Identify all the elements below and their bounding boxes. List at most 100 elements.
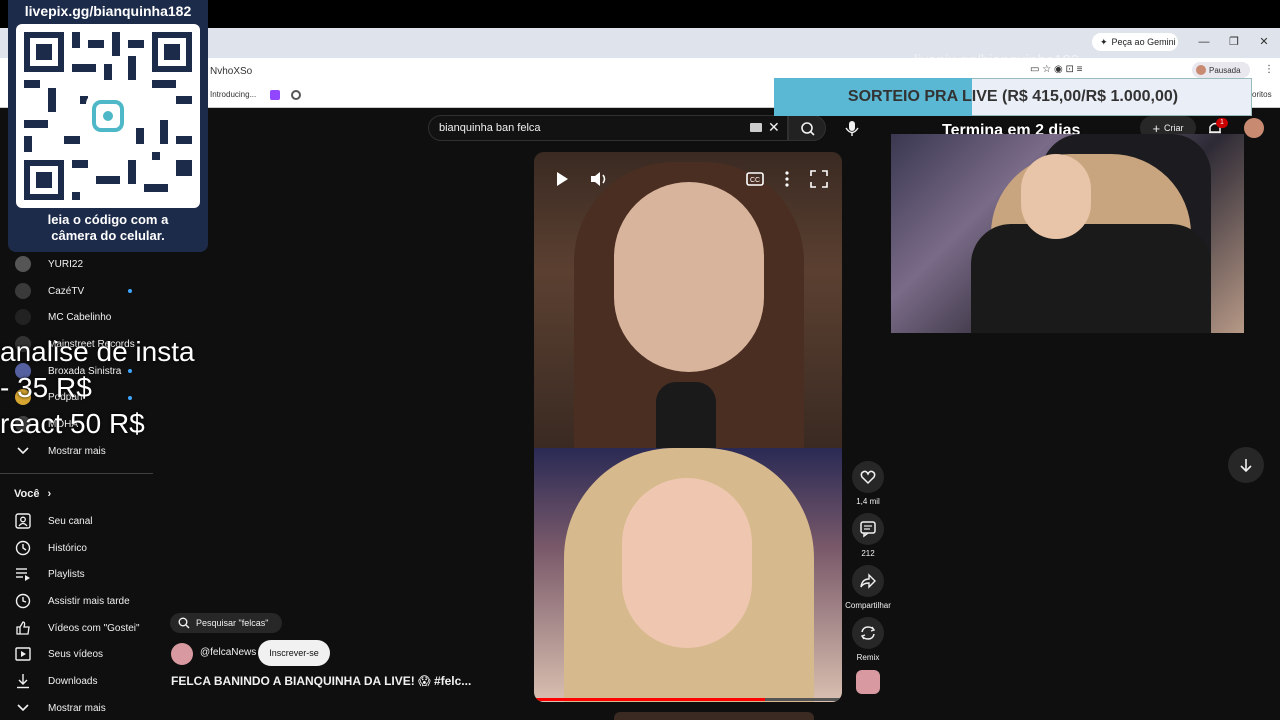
qr-title: livepix.gg/bianquinha182 xyxy=(24,3,192,19)
url-text[interactable]: NvhoXSo xyxy=(210,66,252,77)
you-header-label: Você xyxy=(14,488,40,500)
sidebar-divider xyxy=(0,473,153,474)
your-videos-icon xyxy=(14,645,32,663)
more-options-icon[interactable] xyxy=(776,168,798,190)
channel-avatar xyxy=(15,283,31,299)
sidebar-your-videos[interactable]: Seus vídeos xyxy=(14,642,103,666)
sidebar-downloads[interactable]: Downloads xyxy=(14,669,97,693)
price-line-3: react 50 R$ xyxy=(0,408,145,439)
like-button[interactable] xyxy=(852,461,884,493)
sidebar-you-label: Assistir mais tarde xyxy=(48,595,130,607)
sidebar-your-channel[interactable]: Seu canal xyxy=(14,509,92,533)
sidebar-show-more-2[interactable]: Mostrar mais xyxy=(14,696,106,720)
svg-text:CC: CC xyxy=(750,177,760,184)
qr-code xyxy=(16,24,200,208)
profile-status: Pausada xyxy=(1209,65,1241,75)
channel-avatar[interactable] xyxy=(171,643,193,665)
clear-search-icon[interactable]: ✕ xyxy=(768,119,780,136)
chevron-right-icon: › xyxy=(47,488,52,500)
sidebar-you-label: Histórico xyxy=(48,542,87,554)
comments-button[interactable] xyxy=(852,513,884,545)
arrow-down-icon xyxy=(1240,459,1252,473)
streamer-webcam xyxy=(891,134,1244,333)
gemini-icon: ✦ xyxy=(1100,36,1108,47)
profile-button[interactable]: Pausada xyxy=(1192,62,1250,78)
minimize-icon[interactable]: — xyxy=(1196,34,1212,50)
sorteio-text: SORTEIO PRA LIVE (R$ 415,00/R$ 1.000,00) xyxy=(847,88,1179,105)
face-shape xyxy=(614,182,764,372)
channel-icon xyxy=(14,512,32,530)
video-frame-top xyxy=(534,152,842,452)
bookmark-favorites[interactable]: oritos xyxy=(1252,90,1272,99)
sidebar-watch-later[interactable]: Assistir mais tarde xyxy=(14,589,130,613)
heart-icon xyxy=(860,470,876,485)
sidebar-sub-0[interactable]: YURI22 xyxy=(14,252,83,276)
search-suggestion-chip[interactable]: Pesquisar "felcas" xyxy=(170,613,282,633)
next-short-preview[interactable] xyxy=(614,712,814,720)
sidebar-sub-1[interactable]: CazéTV xyxy=(14,279,84,303)
captions-icon[interactable]: CC xyxy=(744,168,766,190)
shirt-shape xyxy=(971,224,1211,333)
voice-search-button[interactable] xyxy=(838,115,866,141)
share-label: Compartilhar xyxy=(845,601,891,610)
globe-icon[interactable] xyxy=(291,90,301,100)
subscribe-button[interactable]: Inscrever-se xyxy=(258,640,330,666)
gemini-button[interactable]: ✦ Peça ao Gemini xyxy=(1092,33,1178,51)
search-icon xyxy=(801,122,815,136)
sidebar-sub-2[interactable]: MC Cabelinho xyxy=(14,305,111,329)
playlists-icon xyxy=(14,565,32,583)
qr-caption: leia o código com a câmera do celular. xyxy=(8,212,208,244)
remix-button[interactable] xyxy=(852,617,884,649)
sidebar-you-label: Vídeos com "Gostei" xyxy=(48,622,140,634)
live-indicator xyxy=(128,369,132,373)
volume-icon[interactable] xyxy=(588,168,610,190)
notification-badge: 1 xyxy=(1216,118,1228,128)
download-icon xyxy=(14,672,32,690)
face-shape xyxy=(1021,154,1091,239)
bookmark-introducing[interactable]: Introducing... xyxy=(210,90,256,99)
channel-avatar xyxy=(15,309,31,325)
scroll-down-button[interactable] xyxy=(1228,447,1264,483)
chevron-down-icon xyxy=(14,442,32,460)
sidebar-you-label: Seu canal xyxy=(48,515,93,527)
sidebar-sub-label: YURI22 xyxy=(48,258,84,270)
sidebar-liked-videos[interactable]: Vídeos com "Gostei" xyxy=(14,616,140,640)
sidebar-show-more[interactable]: Mostrar mais xyxy=(14,439,106,463)
qr-caption-line2: câmera do celular. xyxy=(51,228,165,243)
mic-icon xyxy=(845,121,859,136)
browser-menu-icon[interactable]: ⋮ xyxy=(1264,64,1274,75)
search-input[interactable]: bianquinha ban felca xyxy=(428,115,788,141)
twitch-icon[interactable] xyxy=(270,90,280,100)
search-icon xyxy=(178,617,190,629)
like-icon xyxy=(14,619,32,637)
share-button[interactable] xyxy=(852,565,884,597)
search-button[interactable] xyxy=(788,115,826,141)
sound-avatar[interactable] xyxy=(856,670,880,694)
short-video-player[interactable]: CC xyxy=(534,152,842,702)
sidebar-history[interactable]: Histórico xyxy=(14,536,87,560)
sidebar-playlists[interactable]: Playlists xyxy=(14,562,85,586)
price-line-2: - 35 R$ xyxy=(0,372,92,403)
sidebar-you-header[interactable]: Você › xyxy=(14,482,51,506)
comment-icon xyxy=(860,521,876,538)
restore-icon[interactable]: ❐ xyxy=(1226,34,1242,50)
channel-name[interactable]: @felcaNews xyxy=(200,647,256,658)
sidebar-sub-label: CazéTV xyxy=(48,285,85,297)
create-label: Criar xyxy=(1164,123,1184,133)
live-indicator xyxy=(128,396,132,400)
video-title[interactable]: FELCA BANINDO A BIANQUINHA DA LIVE! 😱 #f… xyxy=(171,674,471,688)
livepix-watermark: livepix.gg/bianquinha182 xyxy=(914,52,1080,69)
fullscreen-icon[interactable] xyxy=(808,168,830,190)
account-avatar[interactable] xyxy=(1244,118,1264,138)
keyboard-icon[interactable] xyxy=(750,123,762,132)
price-line-1: analise de insta xyxy=(0,336,195,367)
watch-later-icon xyxy=(14,592,32,610)
play-icon[interactable] xyxy=(550,168,572,190)
qr-caption-line1: leia o código com a xyxy=(47,212,169,227)
remix-icon xyxy=(860,626,876,640)
close-window-icon[interactable]: ✕ xyxy=(1256,34,1272,50)
profile-avatar xyxy=(1196,65,1206,75)
remix-label: Remix xyxy=(856,653,880,662)
live-indicator xyxy=(128,289,132,293)
show-more-label: Mostrar mais xyxy=(48,702,106,714)
